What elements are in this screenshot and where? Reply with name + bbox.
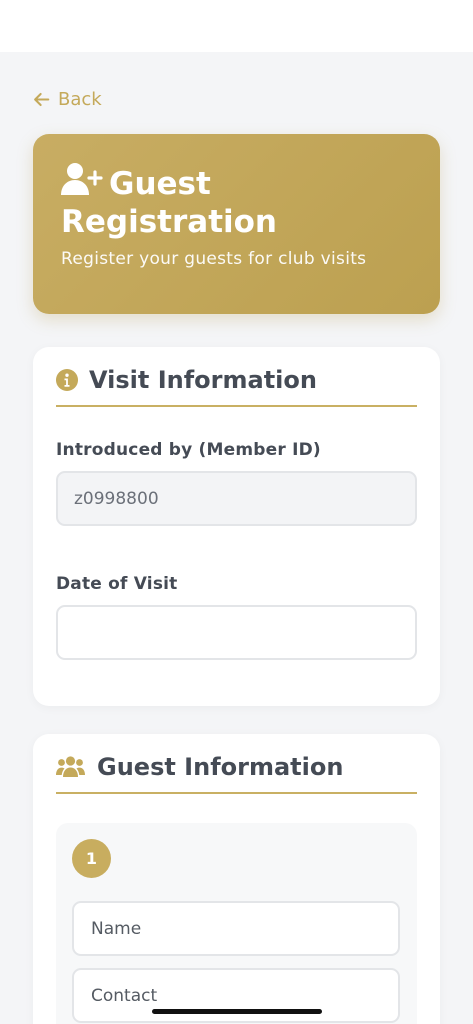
users-icon (56, 756, 85, 777)
date-of-visit-field[interactable] (56, 605, 417, 660)
guest-information-heading: Guest Information (56, 734, 417, 794)
guest-information-card: Guest Information 1 Name Contact (33, 734, 440, 1024)
guest-name-placeholder: Name (91, 918, 142, 939)
arrow-left-icon (34, 92, 50, 106)
member-id-field[interactable]: z0998800 (56, 471, 417, 526)
user-plus-icon (61, 163, 103, 195)
visit-information-heading: Visit Information (56, 347, 417, 407)
guest-name-input[interactable]: Name (72, 901, 400, 956)
page-header-card: Guest Registration Register your guests … (33, 134, 440, 314)
back-label: Back (58, 88, 102, 110)
guest-entry: 1 Name Contact (56, 823, 417, 1024)
guest-number-badge: 1 (72, 839, 111, 878)
guest-contact-input[interactable]: Contact (72, 968, 400, 1023)
back-button[interactable]: Back (33, 87, 102, 111)
home-indicator (152, 1009, 322, 1014)
guest-information-title: Guest Information (97, 753, 344, 781)
status-bar (0, 0, 473, 52)
guest-contact-placeholder: Contact (91, 985, 158, 1006)
page-subtitle: Register your guests for club visits (61, 249, 367, 269)
introducer-label: Introduced by (Member ID) (56, 440, 321, 460)
page-title-row: Guest Registration (61, 162, 412, 241)
info-circle-icon (56, 369, 78, 391)
visit-information-title: Visit Information (89, 366, 317, 394)
date-of-visit-label: Date of Visit (56, 574, 178, 594)
member-id-value: z0998800 (74, 488, 159, 509)
visit-information-card: Visit Information Introduced by (Member … (33, 347, 440, 706)
